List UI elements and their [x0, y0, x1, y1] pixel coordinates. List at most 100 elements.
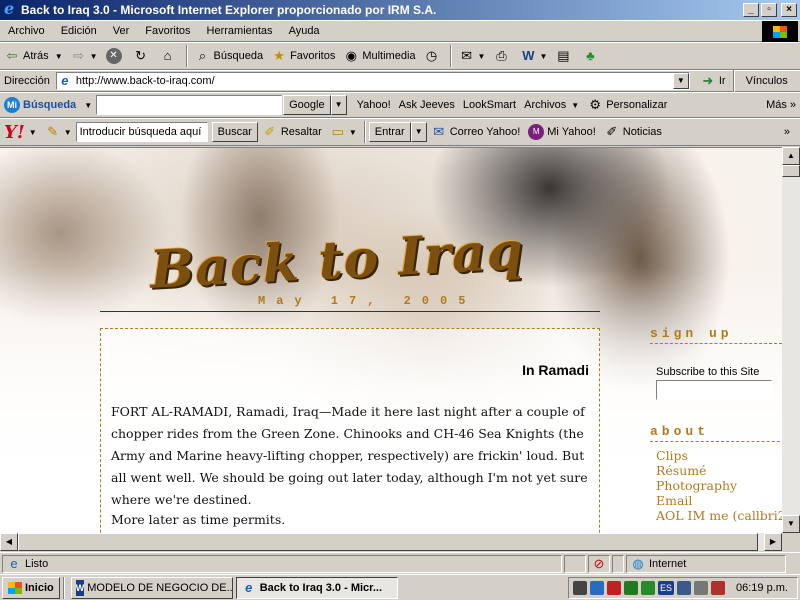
menu-archivo[interactable]: Archivo	[0, 25, 53, 37]
personalizar-label: Personalizar	[606, 99, 668, 111]
address-bar: Dirección e http://www.back-to-iraq.com/…	[0, 70, 800, 92]
post-paragraph: FORT AL-RAMADI, Ramadi, Iraq—Made it her…	[111, 404, 588, 507]
address-input[interactable]: e http://www.back-to-iraq.com/ ▼	[55, 72, 690, 90]
history-button[interactable]: ◷	[420, 48, 447, 64]
menu-edicion[interactable]: Edición	[53, 25, 105, 37]
display-icon[interactable]	[677, 581, 691, 595]
vertical-scrollbar[interactable]: ▲ ▼	[782, 147, 800, 551]
noticias-label: Noticias	[622, 126, 662, 138]
language-indicator[interactable]: ES	[658, 581, 674, 595]
yahoo-more-button[interactable]: »	[780, 126, 800, 138]
popup-blocked-icon: ⊘	[593, 555, 605, 571]
about-link-email[interactable]: Email	[656, 493, 782, 508]
entrar-dropdown[interactable]: ▼	[410, 122, 427, 142]
post-title[interactable]: In Ramadi	[522, 362, 589, 378]
buscar-button[interactable]: Buscar	[211, 122, 258, 142]
about-link-aol-im[interactable]: AOL IM me (callbri22	[656, 508, 782, 523]
maximize-button[interactable]: ▫	[761, 3, 777, 17]
about-link-resume[interactable]: Résumé	[656, 463, 782, 478]
askjeeves-link[interactable]: Ask Jeeves	[395, 99, 459, 111]
looksmart-link[interactable]: LookSmart	[459, 99, 520, 111]
scroll-up-button[interactable]: ▲	[782, 147, 800, 165]
home-button[interactable]: ⌂	[156, 48, 183, 64]
favorites-button[interactable]: ★ Favoritos	[267, 48, 339, 64]
horizontal-scroll-thumb[interactable]	[18, 533, 758, 551]
address-dropdown[interactable]: ▼	[672, 73, 689, 89]
links-label[interactable]: Vínculos	[738, 75, 788, 87]
tray-app-icon[interactable]	[711, 581, 725, 595]
minimize-button[interactable]: _	[743, 3, 759, 17]
menu-favoritos[interactable]: Favoritos	[137, 25, 198, 37]
messenger-button[interactable]: ♣	[578, 48, 605, 64]
google-button[interactable]: Google	[283, 95, 331, 115]
taskbar-word-document[interactable]: W MODELO DE NEGOCIO DE...	[70, 576, 233, 599]
forward-arrow-icon: ⇨	[73, 48, 85, 63]
scroll-left-button[interactable]: ◀	[0, 533, 18, 551]
clock[interactable]: 06:19 p.m.	[736, 582, 788, 594]
google-label: Google	[289, 99, 325, 111]
media-label: Multimedia	[362, 50, 416, 62]
about-links: Clips Résumé Photography Email AOL IM me…	[650, 448, 782, 523]
menu-ver[interactable]: Ver	[105, 25, 138, 37]
start-button[interactable]: Inicio	[2, 576, 60, 599]
noticias-button[interactable]: ✐ Noticias	[600, 124, 666, 140]
word-edit-icon: W	[522, 48, 535, 63]
scroll-right-button[interactable]: ▶	[764, 533, 782, 551]
subscribe-input[interactable]	[656, 380, 772, 400]
correo-button[interactable]: ✉ Correo Yahoo!	[427, 124, 525, 140]
taskbar-ie-window[interactable]: e Back to Iraq 3.0 - Micr...	[235, 576, 398, 599]
popup-blocker-button[interactable]: ▭ ▼	[326, 124, 361, 140]
standard-toolbar: ⇦ Atrás ▼ ⇨ ▼ ✕ ↻ ⌂ ⌕ Búsqueda ★ Favoritos ◉ M…	[0, 42, 800, 70]
entrar-button[interactable]: Entrar	[368, 122, 411, 142]
page-icon: e	[61, 73, 69, 88]
scroll-thumb[interactable]	[782, 165, 800, 177]
web-content: Back to Iraq May 17, 2005 In Ramadi FORT…	[0, 147, 782, 551]
ie-icon: e	[245, 579, 253, 595]
discuss-button[interactable]: ▤	[551, 48, 578, 64]
back-button[interactable]: ⇦ Atrás ▼	[0, 48, 67, 64]
archivos-menu[interactable]: Archivos ▼	[520, 99, 583, 111]
yahoo-logo-icon: Y!	[4, 121, 25, 143]
about-link-clips[interactable]: Clips	[656, 448, 782, 463]
security-icon[interactable]	[624, 581, 638, 595]
mibusqueda-logo[interactable]: Mi Búsqueda ▼	[0, 97, 96, 113]
forward-button[interactable]: ⇨ ▼	[67, 48, 102, 64]
stop-icon: ✕	[105, 48, 122, 64]
yahoo-logo-button[interactable]: Y! ▼	[0, 122, 41, 143]
refresh-button[interactable]: ↻	[129, 48, 156, 64]
yahoo-search-placeholder: Introducir búsqueda aquí	[79, 126, 202, 138]
mibusqueda-input[interactable]	[96, 95, 283, 115]
miyahoo-button[interactable]: M Mi Yahoo!	[524, 124, 600, 140]
menu-ayuda[interactable]: Ayuda	[281, 25, 328, 37]
stop-button[interactable]: ✕	[102, 48, 129, 64]
network-icon[interactable]	[590, 581, 604, 595]
yahoo-search-input[interactable]: Introducir búsqueda aquí	[75, 122, 208, 142]
scroll-down-button[interactable]: ▼	[782, 515, 800, 533]
menu-bar: Archivo Edición Ver Favoritos Herramient…	[0, 20, 800, 43]
horizontal-scrollbar[interactable]: ◀ ▶	[0, 533, 782, 551]
go-button[interactable]: ➜ Ir	[696, 73, 730, 89]
windows-logo-icon	[762, 21, 798, 43]
resaltar-button[interactable]: ✐ Resaltar	[258, 124, 326, 140]
go-label: Ir	[718, 75, 726, 87]
edit-button[interactable]: W ▼	[516, 48, 551, 64]
print-button[interactable]: ⎙	[489, 48, 516, 64]
volume-icon[interactable]	[573, 581, 587, 595]
personalizar-button[interactable]: ⚙ Personalizar	[583, 97, 671, 113]
printer-tray-icon[interactable]	[694, 581, 708, 595]
post-paragraph: More later as time permits.	[111, 512, 286, 527]
close-button[interactable]: ×	[781, 3, 797, 17]
resaltar-label: Resaltar	[280, 126, 322, 138]
google-dropdown[interactable]: ▼	[330, 95, 347, 115]
yahoo-link[interactable]: Yahoo!	[353, 99, 395, 111]
pencil-button[interactable]: ✎ ▼	[41, 124, 76, 140]
search-button[interactable]: ⌕ Búsqueda	[191, 48, 268, 64]
mail-button[interactable]: ✉ ▼	[455, 48, 490, 64]
menu-herramientas[interactable]: Herramientas	[199, 25, 281, 37]
about-link-photography[interactable]: Photography	[656, 478, 782, 493]
messenger-tray-icon[interactable]	[641, 581, 655, 595]
antivirus-icon[interactable]	[607, 581, 621, 595]
media-button[interactable]: ◉ Multimedia	[339, 48, 419, 64]
mas-button[interactable]: Más»	[762, 99, 800, 111]
title-bar: Back to Iraq 3.0 - Microsoft Internet Ex…	[0, 0, 800, 20]
